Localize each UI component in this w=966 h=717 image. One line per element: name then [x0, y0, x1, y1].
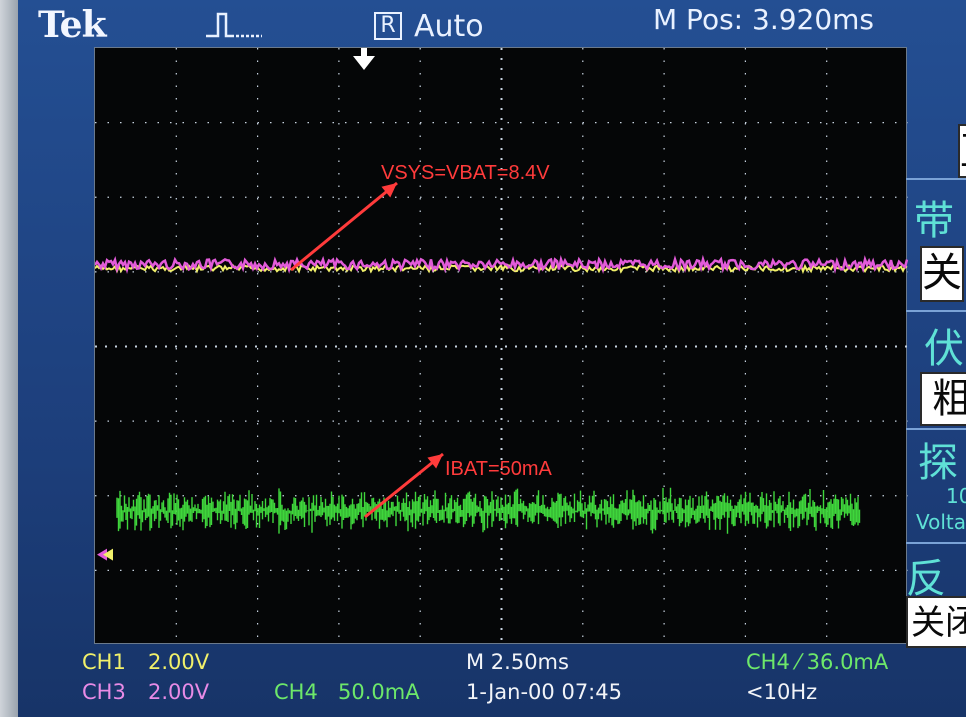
menu-separator	[906, 310, 966, 312]
trigger-frequency: <10Hz	[746, 680, 818, 704]
horizontal-position: M Pos: 3.920ms	[653, 3, 875, 36]
menu-item-3-heading: 伏	[924, 326, 964, 372]
trigger-position-marker	[353, 56, 375, 70]
menu-item-3-box[interactable]: 粗	[920, 372, 966, 426]
side-menu: 直 带 关 伏 粗 探 10 Volta 反 关闭	[906, 40, 966, 650]
menu-item-4-value: 10	[946, 484, 966, 508]
oscilloscope-screen: Tek R Auto M Pos: 3.920ms 直 带 关 伏 粗 探 10…	[18, 0, 966, 717]
menu-item-1-box[interactable]: 直	[958, 124, 966, 178]
date-time: 1-Jan-00 07:45	[466, 680, 622, 704]
ch3-scale: 2.00V	[148, 680, 210, 704]
pulse-trigger-icon	[206, 12, 262, 38]
menu-item-2-box[interactable]: 关	[920, 246, 964, 302]
ch3-label: CH3	[82, 680, 126, 704]
annotation-ibat: IBAT=50mA	[445, 458, 552, 480]
brand-logo: Tek	[38, 4, 107, 46]
run-state-icon: R	[374, 12, 402, 40]
menu-separator	[906, 178, 966, 180]
ch1-label: CH1	[82, 650, 126, 674]
waveform-graticule	[94, 47, 908, 645]
menu-item-5-box[interactable]: 关闭	[906, 596, 966, 648]
menu-separator	[906, 542, 966, 544]
ch1-scale: 2.00V	[148, 650, 210, 674]
trigger-readout: CH4 ⁄ 36.0mA	[746, 650, 889, 674]
ch4-trace	[116, 487, 861, 534]
annotation-arrow-vsys	[290, 181, 398, 272]
trigger-mode: R Auto	[374, 4, 484, 48]
menu-item-2-heading: 带	[914, 198, 954, 244]
trigger-position-marker-stem	[361, 48, 367, 58]
scope-bezel	[0, 0, 18, 717]
menu-item-4-heading: 探	[918, 440, 958, 486]
timebase: M 2.50ms	[466, 650, 569, 674]
graticule-svg	[95, 48, 908, 645]
trigger-status: Auto	[414, 8, 484, 44]
menu-item-4-unit: Volta	[916, 510, 966, 534]
ch4-label: CH4	[274, 680, 318, 704]
annotation-vsys: VSYS=VBAT=8.4V	[381, 162, 550, 184]
ch4-scale: 50.0mA	[338, 680, 420, 704]
